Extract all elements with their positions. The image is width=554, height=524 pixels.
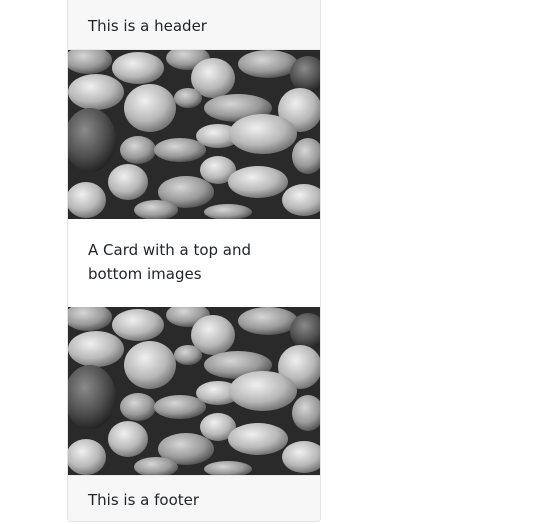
card-body-text: A Card with a top and bottom images bbox=[88, 241, 252, 283]
card-bottom-image bbox=[68, 307, 320, 476]
card: This is a header A Card with a top and b… bbox=[67, 0, 321, 522]
card-header: This is a header bbox=[68, 0, 320, 50]
card-top-image bbox=[68, 50, 320, 219]
card-footer: This is a footer bbox=[68, 475, 320, 521]
